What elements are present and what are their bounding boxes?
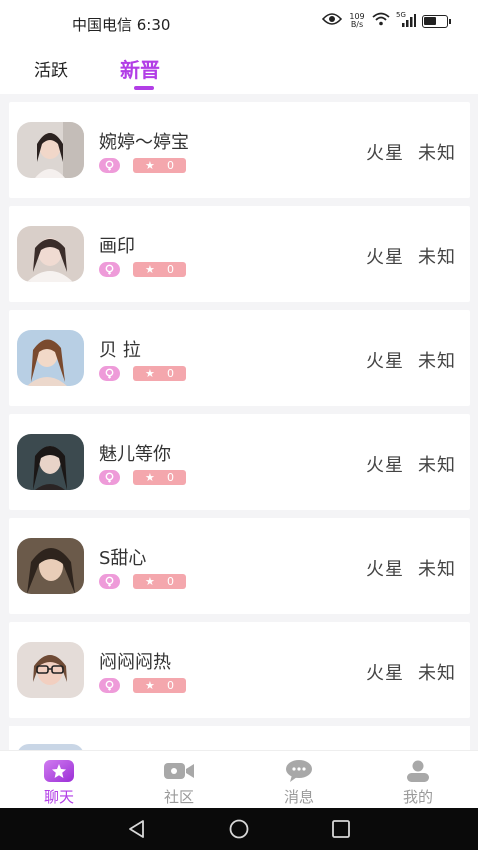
location: 火星 未知: [366, 455, 456, 476]
user-name: 魅儿等你: [99, 444, 171, 465]
wifi-icon: [372, 12, 390, 30]
avatar[interactable]: [17, 434, 84, 490]
star-badge: ★ 0: [133, 470, 186, 485]
network-speed: 109 B/s: [349, 12, 365, 29]
tab-underline: [134, 86, 154, 90]
list-item[interactable]: 婉婷～婷宝 ★ 0 火星 未知: [9, 102, 470, 198]
star-icon: ★: [145, 159, 155, 172]
nav-messages[interactable]: 消息: [259, 759, 339, 807]
user-name: 贝 拉: [99, 340, 141, 361]
avatar[interactable]: [17, 122, 84, 178]
eye-icon: [321, 12, 343, 30]
system-nav-bar: [0, 808, 478, 850]
avatar[interactable]: [17, 642, 84, 698]
carrier-time: 中国电信 6:30: [72, 16, 171, 34]
list-item[interactable]: 魅儿等你 ★ 0 火星 未知: [9, 414, 470, 510]
star-chat-icon: [43, 759, 75, 783]
nav-community[interactable]: 社区: [139, 759, 219, 807]
user-name: 闷闷闷热: [99, 652, 171, 673]
location: 火星 未知: [366, 351, 456, 372]
bottom-nav: 聊天 社区 消息 我的: [0, 750, 478, 808]
avatar[interactable]: [17, 538, 84, 594]
avatar[interactable]: [17, 226, 84, 282]
star-icon: ★: [145, 367, 155, 380]
status-bar: 中国电信 6:30 109 B/s 5G: [0, 0, 478, 46]
tab-active[interactable]: 活跃: [34, 56, 68, 81]
star-icon: ★: [145, 679, 155, 692]
female-icon: [99, 678, 120, 693]
star-badge: ★ 0: [133, 574, 186, 589]
battery-level: [424, 16, 436, 25]
star-icon: ★: [145, 263, 155, 276]
video-camera-icon: [163, 759, 195, 783]
list-item[interactable]: 画印 ★ 0 火星 未知: [9, 206, 470, 302]
cell-signal-icon: 5G: [396, 11, 416, 28]
user-name: 画印: [99, 236, 135, 257]
star-badge: ★ 0: [133, 366, 186, 381]
user-profile-icon: [402, 759, 434, 783]
location: 火星 未知: [366, 559, 456, 580]
female-icon: [99, 158, 120, 173]
recents-icon[interactable]: [330, 818, 352, 844]
battery-icon: [422, 14, 451, 28]
location: 火星 未知: [366, 143, 456, 164]
list-item-partial[interactable]: [9, 726, 470, 750]
nav-profile[interactable]: 我的: [378, 759, 458, 807]
female-icon: [99, 366, 120, 381]
star-icon: ★: [145, 471, 155, 484]
user-list: 婉婷～婷宝 ★ 0 火星 未知 画印 ★ 0 火星 未知 贝 拉 ★ 0 火星 未知 魅儿等: [0, 94, 478, 750]
user-name: S甜心: [99, 548, 147, 569]
status-icons: 109 B/s 5G: [321, 11, 451, 30]
avatar[interactable]: [17, 330, 84, 386]
tab-bar: 活跃 新晋: [0, 46, 478, 94]
location: 火星 未知: [366, 663, 456, 684]
female-icon: [99, 574, 120, 589]
location: 火星 未知: [366, 247, 456, 268]
back-icon[interactable]: [126, 818, 148, 844]
star-icon: ★: [145, 575, 155, 588]
home-icon[interactable]: [228, 818, 250, 844]
star-badge: ★ 0: [133, 158, 186, 173]
list-item[interactable]: S甜心 ★ 0 火星 未知: [9, 518, 470, 614]
nav-chat[interactable]: 聊天: [19, 759, 99, 807]
message-bubble-icon: [283, 759, 315, 783]
tab-new[interactable]: 新晋: [120, 54, 160, 83]
list-item[interactable]: 闷闷闷热 ★ 0 火星 未知: [9, 622, 470, 718]
female-icon: [99, 470, 120, 485]
user-name: 婉婷～婷宝: [99, 132, 189, 153]
list-item[interactable]: 贝 拉 ★ 0 火星 未知: [9, 310, 470, 406]
female-icon: [99, 262, 120, 277]
star-badge: ★ 0: [133, 262, 186, 277]
star-badge: ★ 0: [133, 678, 186, 693]
